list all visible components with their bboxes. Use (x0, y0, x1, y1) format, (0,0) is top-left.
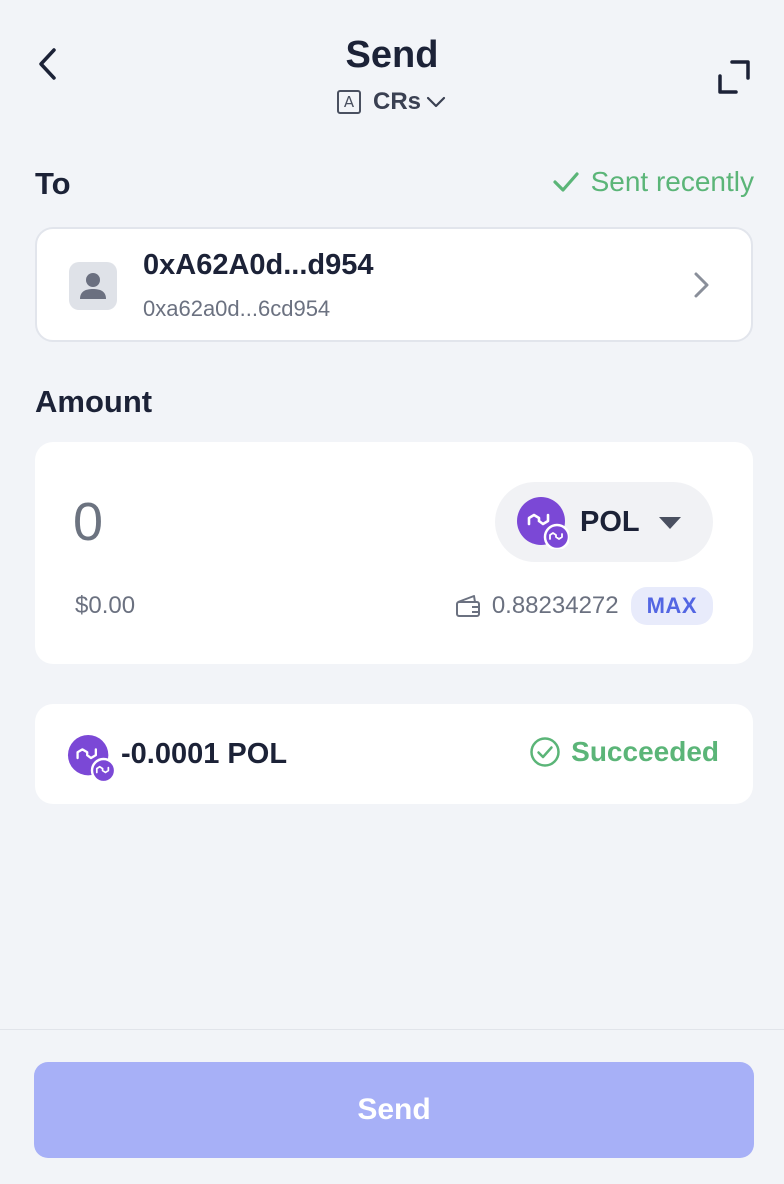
token-selector[interactable]: POL (495, 482, 713, 562)
footer-divider (0, 1029, 784, 1030)
wallet-icon (455, 595, 480, 617)
status-label: Succeeded (571, 736, 719, 767)
balance-row: 0.88234272 MAX (454, 587, 713, 625)
recipient-name: 0xA62A0d...d954 (143, 249, 374, 281)
expand-button[interactable] (712, 56, 756, 100)
max-button[interactable]: MAX (630, 587, 713, 625)
checkmark-icon (552, 172, 579, 192)
polygon-token-icon (67, 734, 117, 784)
fiat-value: $0.00 (75, 592, 136, 619)
sent-recently-label: Sent recently (590, 166, 754, 197)
polygon-token-icon (517, 497, 569, 549)
balance-value: 0.88234272 (491, 592, 619, 619)
avatar (69, 262, 117, 310)
chevron-down-icon (426, 96, 446, 108)
transaction-amount: -0.0001 POL (121, 738, 288, 770)
recipient-address: 0xa62a0d...6cd954 (143, 296, 331, 321)
caret-down-icon (659, 517, 681, 529)
check-circle-icon (530, 737, 560, 767)
amount-label: Amount (35, 384, 153, 419)
sent-recently-button[interactable]: Sent recently (552, 166, 754, 198)
transaction-status: Succeeded (529, 736, 719, 768)
token-symbol: POL (580, 506, 640, 538)
transaction-card[interactable]: -0.0001 POL Succeeded (35, 704, 753, 804)
send-screen: Send A CRs To Sent recently 0xA62A0d...d… (0, 0, 784, 1184)
to-label: To (35, 166, 71, 201)
expand-icon (718, 60, 750, 94)
recipient-card[interactable]: 0xA62A0d...d954 0xa62a0d...6cd954 (35, 227, 753, 342)
send-button[interactable]: Send (34, 1062, 754, 1158)
chevron-right-icon (694, 272, 709, 298)
page-title: Send (345, 34, 439, 76)
header: Send A CRs (0, 0, 784, 130)
amount-input[interactable] (73, 490, 453, 554)
user-icon (80, 273, 106, 299)
account-selector[interactable]: A CRs (337, 86, 447, 118)
amount-card: POL $0.00 0.88234272 MAX (35, 442, 753, 664)
account-badge: A (337, 90, 361, 114)
account-name: CRs (373, 88, 422, 115)
